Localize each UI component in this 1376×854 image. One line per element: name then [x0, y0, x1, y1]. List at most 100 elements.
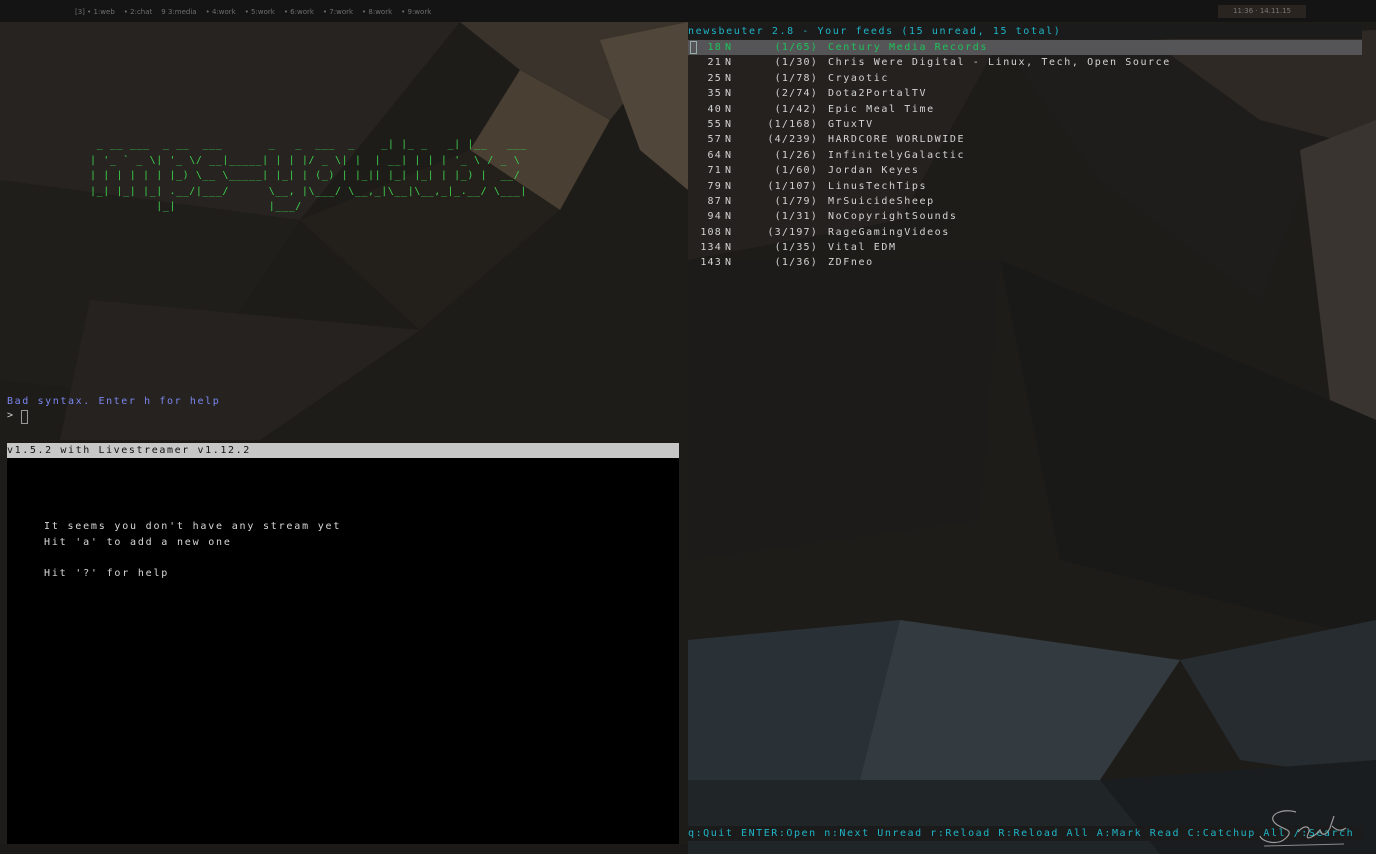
feed-title: Cryaotic: [828, 72, 889, 84]
feed-unread-count: (1/107): [767, 180, 818, 192]
error-message: Bad syntax. Enter h for help: [7, 396, 221, 407]
feed-row[interactable]: 94 N (1/31) NoCopyrightSounds: [688, 209, 1362, 224]
feed-unread-flag: N: [725, 72, 733, 84]
feed-unread-flag: N: [725, 195, 733, 207]
feed-number: 143: [700, 257, 722, 269]
feed-unread-flag: N: [725, 226, 733, 238]
feed-row[interactable]: 35 N (2/74) Dota2PortalTV: [688, 86, 1362, 101]
workspace-8[interactable]: • 8:work: [362, 8, 392, 16]
feed-title: Century Media Records: [828, 42, 989, 53]
feed-number: 134: [700, 242, 722, 254]
feed-title: InfinitelyGalactic: [828, 149, 966, 161]
workspace-7[interactable]: • 7:work: [323, 8, 353, 16]
feed-title: RageGamingVideos: [828, 226, 950, 238]
workspace-5[interactable]: • 5:work: [245, 8, 275, 16]
feed-number: 79: [707, 180, 722, 192]
feed-unread-flag: N: [725, 242, 733, 254]
feed-title: HARDCORE WORLDWIDE: [828, 134, 966, 146]
livestreamer-header: v1.5.2 with Livestreamer v1.12.2: [7, 443, 679, 458]
feed-title: GTuxTV: [828, 118, 874, 130]
feed-number: 108: [700, 226, 722, 238]
feed-number: 35: [707, 88, 722, 100]
command-prompt[interactable]: >: [7, 410, 15, 421]
add-stream-hint: Hit 'a' to add a new one: [44, 537, 232, 548]
feed-unread-count: (1/35): [774, 242, 818, 254]
workspace-list: [3] • 1:web • 2:chat 9 3:media • 4:work • 5:…: [75, 8, 440, 16]
feed-unread-count: (1/78): [774, 72, 818, 84]
feed-unread-count: (1/26): [774, 149, 818, 161]
feed-row[interactable]: 40 N (1/42) Epic Meal Time: [688, 102, 1362, 117]
workspace-6[interactable]: • 6:work: [284, 8, 314, 16]
feed-title: Jordan Keyes: [828, 165, 920, 177]
feed-unread-count: (1/31): [774, 211, 818, 223]
feed-row[interactable]: 21 N (1/30) Chris Were Digital - Linux, Tec…: [688, 55, 1362, 70]
feed-unread-flag: N: [725, 149, 733, 161]
feed-unread-count: (3/197): [767, 226, 818, 238]
status-bar: [3] • 1:web • 2:chat 9 3:media • 4:work • 5:…: [0, 0, 1376, 22]
feed-row[interactable]: 55 N (1/168) GTuxTV: [688, 117, 1362, 132]
feed-title: NoCopyrightSounds: [828, 211, 958, 223]
feed-title: MrSuicideSheep: [828, 195, 935, 207]
feed-unread-flag: N: [725, 134, 733, 146]
feed-number: 21: [707, 57, 722, 69]
feed-row[interactable]: 108 N (3/197) RageGamingVideos: [688, 225, 1362, 240]
feed-number: 55: [707, 118, 722, 130]
help-hint: Hit '?' for help: [44, 568, 170, 579]
mps-youtube-banner: _ __ ___ _ __ ___ _ _ ___ _ _| |_ _ _| |…: [90, 139, 527, 212]
feed-row[interactable]: 143 N (1/36) ZDFneo: [688, 255, 1362, 270]
feed-title: LinusTechTips: [828, 180, 928, 192]
feed-unread-flag: N: [725, 103, 733, 115]
feed-unread-count: (4/239): [767, 134, 818, 146]
feed-row[interactable]: 134 N (1/35) Vital EDM: [688, 240, 1362, 255]
feed-row[interactable]: 25 N (1/78) Cryaotic: [688, 71, 1362, 86]
feed-unread-flag: N: [725, 118, 733, 130]
feed-unread-flag: N: [725, 42, 733, 53]
workspace-2[interactable]: • 2:chat: [124, 8, 153, 16]
feed-number: 57: [707, 134, 722, 146]
feed-number: 40: [707, 103, 722, 115]
feed-number: 94: [707, 211, 722, 223]
feed-unread-count: (1/168): [767, 118, 818, 130]
feed-unread-count: (1/42): [774, 103, 818, 115]
clock: 11:36 · 14.11.15: [1218, 5, 1306, 18]
feed-list: 18 N (1/65) Century Media Records 21 N (1/30) C…: [688, 40, 1362, 271]
feed-title: ZDFneo: [828, 257, 874, 269]
no-stream-message: It seems you don't have any stream yet: [44, 521, 342, 532]
workspace-1[interactable]: [3] • 1:web: [75, 8, 115, 16]
feed-title: Dota2PortalTV: [828, 88, 928, 100]
feed-row[interactable]: 57 N (4/239) HARDCORE WORLDWIDE: [688, 132, 1362, 147]
workspace-9[interactable]: • 9:work: [401, 8, 431, 16]
newsbeuter-title-bar: newsbeuter 2.8 - Your feeds (15 unread, …: [688, 25, 1362, 39]
feed-row[interactable]: 71 N (1/60) Jordan Keyes: [688, 163, 1362, 178]
feed-title: Chris Were Digital - Linux, Tech, Open S…: [828, 57, 1171, 69]
feed-title: Vital EDM: [828, 242, 897, 254]
feed-number: 71: [707, 165, 722, 177]
feed-row[interactable]: 79 N (1/107) LinusTechTips: [688, 179, 1362, 194]
selection-cursor: [690, 41, 697, 54]
feed-unread-count: (2/74): [774, 88, 818, 100]
feed-unread-count: (1/79): [774, 195, 818, 207]
feed-unread-count: (1/30): [774, 57, 818, 69]
feed-unread-flag: N: [725, 257, 733, 269]
feed-unread-flag: N: [725, 180, 733, 192]
feed-unread-flag: N: [725, 57, 733, 69]
feed-row[interactable]: 18 N (1/65) Century Media Records: [688, 40, 1362, 56]
feed-number: 25: [707, 72, 722, 84]
feed-row[interactable]: 64 N (1/26) InfinitelyGalactic: [688, 148, 1362, 163]
workspace-4[interactable]: • 4:work: [206, 8, 236, 16]
livestreamer-body[interactable]: [7, 458, 679, 844]
feed-unread-flag: N: [725, 88, 733, 100]
feed-unread-flag: N: [725, 211, 733, 223]
feed-number: 64: [707, 149, 722, 161]
feed-unread-count: (1/65): [774, 42, 818, 53]
feed-unread-count: (1/60): [774, 165, 818, 177]
workspace-3[interactable]: 9 3:media: [161, 8, 196, 16]
feed-title: Epic Meal Time: [828, 103, 935, 115]
text-cursor[interactable]: [21, 410, 28, 424]
feed-number: 87: [707, 195, 722, 207]
feed-unread-count: (1/36): [774, 257, 818, 269]
signature-watermark: [1259, 810, 1347, 847]
feed-row[interactable]: 87 N (1/79) MrSuicideSheep: [688, 194, 1362, 209]
feed-number: 18: [707, 42, 722, 53]
feed-unread-flag: N: [725, 165, 733, 177]
